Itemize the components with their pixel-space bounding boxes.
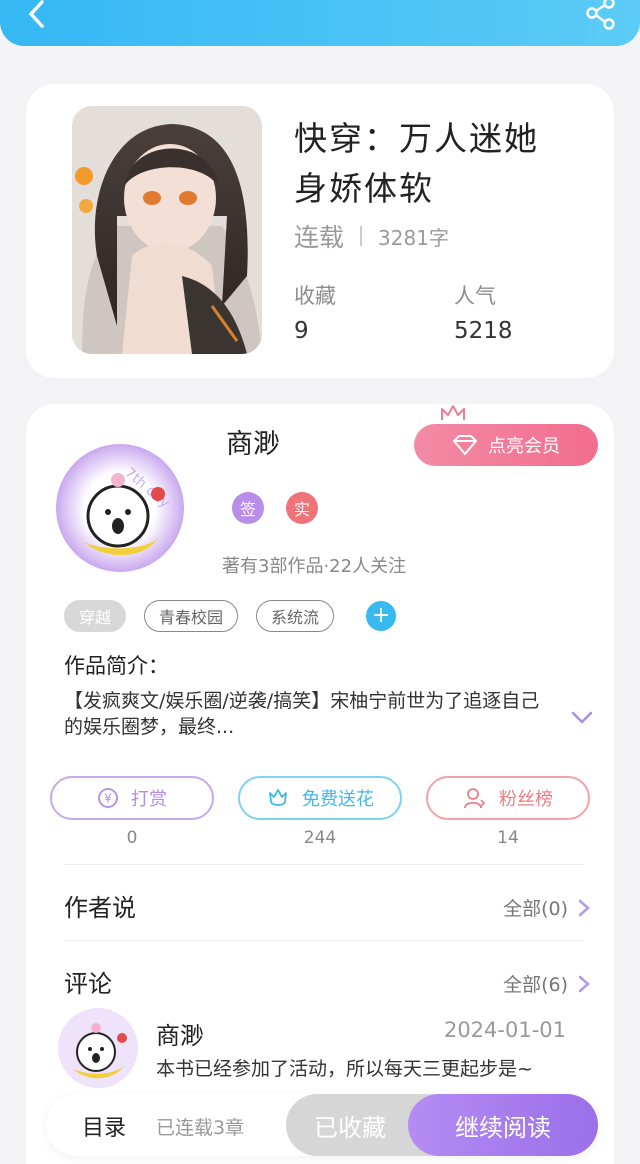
back-arrow-icon[interactable] [22,0,52,32]
reward-button[interactable]: ¥ 打赏 [50,776,214,820]
stat-popularity: 人气 5218 [454,280,513,344]
author-avatar[interactable]: 7th day [54,442,186,574]
bottom-action-bar: 目录 已连载3章 已收藏 继续阅读 [46,1094,598,1156]
author-meta: 著有3部作品·22人关注 [222,556,407,577]
flower-count: 244 [303,828,337,848]
book-cover-image[interactable] [72,106,262,354]
badge-signed: 签 [232,492,264,524]
stat-favorites: 收藏 9 [294,280,336,344]
reward-action: ¥ 打赏 0 [50,776,214,848]
comment-date: 2024-01-01 [443,1018,566,1042]
toc-button[interactable]: 目录 [82,1110,126,1142]
word-count: 3281字 [378,225,449,250]
author-says-all-link[interactable]: 全部(0) [503,894,590,921]
comment-user[interactable]: 商渺 [156,1016,204,1051]
stat-value: 9 [294,318,309,344]
book-info-card: 快穿：万人迷她 身娇体软 连载 3281字 收藏 9 人气 5218 [26,84,614,378]
continue-reading-button[interactable]: 继续阅读 [408,1094,598,1156]
vip-membership-button[interactable]: 点亮会员 [414,424,598,466]
flower-icon [269,789,287,806]
tag-item[interactable]: 穿越 [64,600,127,632]
send-flower-button[interactable]: 免费送花 [238,776,402,820]
crown-icon [441,405,465,420]
comment-text[interactable]: 本书已经参加了活动，所以每天三更起步是~ [156,1056,576,1092]
tag-item[interactable]: 青春校园 [144,600,239,632]
reward-label: 打赏 [131,789,167,810]
fans-rank-button[interactable]: 粉丝榜 [426,776,590,820]
stat-label: 收藏 [294,284,336,308]
author-badges: 签 实 [232,492,318,524]
divider [64,864,584,865]
vip-button-wrapper: 点亮会员 [414,404,600,466]
comments-all-link[interactable]: 全部(6) [503,970,590,997]
author-name[interactable]: 商渺 [226,422,280,461]
svg-text:¥: ¥ [104,792,112,806]
intro-text[interactable]: 【发疯爽文/娱乐圈/逆袭/搞笑】宋柚宁前世为了追逐自己的娱乐圈梦，最终... [64,688,544,740]
comments-title: 评论 [64,970,112,998]
stat-value: 5218 [454,318,513,344]
share-icon[interactable] [584,0,618,32]
divider [360,226,363,246]
tag-list: 穿越 青春校园 系统流 + [64,600,397,632]
yen-coin-icon: ¥ [98,788,118,808]
top-bar [0,0,640,46]
serial-status: 连载 [294,223,345,252]
book-title-line-2: 身娇体软 [294,169,434,208]
flower-label: 免费送花 [302,789,374,810]
diamond-icon [453,435,477,455]
author-says-title: 作者说 [64,894,136,922]
fans-count: 14 [497,828,519,848]
toc-status: 已连载3章 [156,1117,245,1139]
fans-action: 粉丝榜 14 [426,776,590,848]
author-card: 7th day 商渺 点亮会员 签 实 著有3部作品·22人关注 穿越 青春校园… [26,404,614,1164]
chevron-down-icon[interactable] [570,710,594,726]
vip-button-label: 点亮会员 [488,436,560,457]
fans-label: 粉丝榜 [499,789,553,810]
flower-action: 免费送花 244 [238,776,402,848]
author-says-link-label: 全部(0) [503,898,568,920]
comments-link-label: 全部(6) [503,974,568,996]
chevron-right-icon [578,975,590,992]
add-tag-button[interactable]: + [366,601,397,631]
divider [64,940,584,941]
fan-user-icon [464,788,486,809]
intro-title: 作品简介： [64,654,169,678]
tag-item[interactable]: 系统流 [256,600,335,632]
book-title: 快穿：万人迷她 身娇体软 [294,114,594,214]
book-status-row: 连载 3281字 [294,218,449,254]
comment-avatar[interactable] [56,1006,140,1090]
chevron-right-icon [578,899,590,916]
badge-verified: 实 [286,492,318,524]
book-title-line-1: 快穿：万人迷她 [294,119,539,158]
stat-label: 人气 [454,284,496,308]
reward-count: 0 [126,828,138,848]
